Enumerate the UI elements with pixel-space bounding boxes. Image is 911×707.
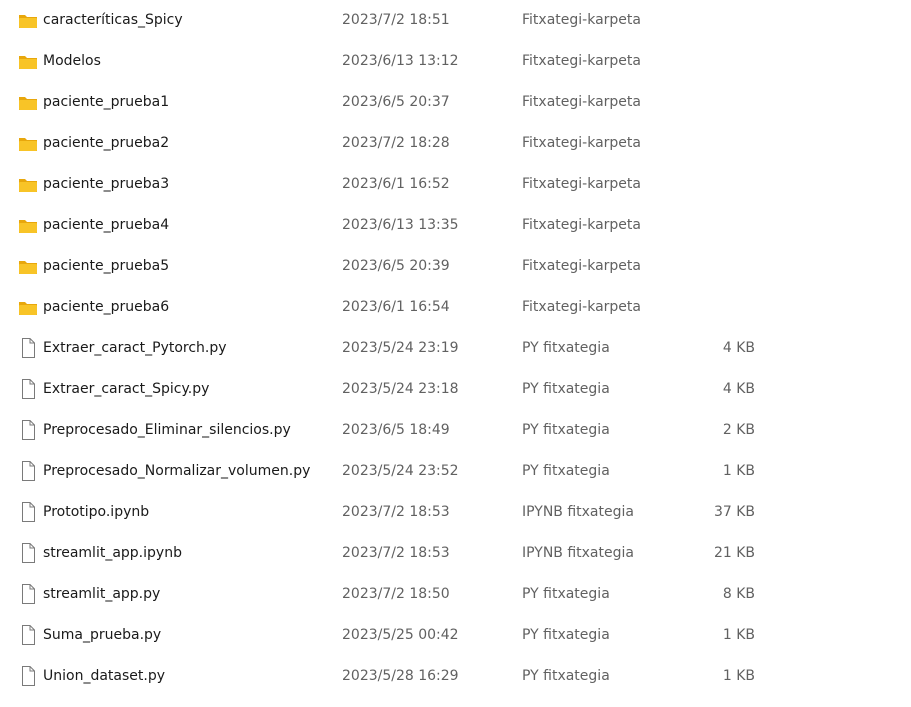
list-item[interactable]: paciente_prueba5 2023/6/5 20:39 Fitxateg… xyxy=(0,245,911,286)
list-item[interactable]: paciente_prueba1 2023/6/5 20:37 Fitxateg… xyxy=(0,81,911,122)
file-type: Fitxategi-karpeta xyxy=(522,298,641,315)
date-modified: 2023/5/24 23:52 xyxy=(342,462,459,479)
file-name[interactable]: streamlit_app.ipynb xyxy=(43,545,182,561)
file-icon xyxy=(18,665,38,687)
file-name[interactable]: Modelos xyxy=(43,53,101,69)
folder-icon xyxy=(18,132,38,154)
file-name[interactable]: Preprocesado_Normalizar_volumen.py xyxy=(43,463,310,479)
list-item[interactable]: Extraer_caract_Pytorch.py 2023/5/24 23:1… xyxy=(0,327,911,368)
file-type: PY fitxategia xyxy=(522,380,610,397)
file-size: 4 KB xyxy=(722,380,755,397)
list-item[interactable]: streamlit_app.py 2023/7/2 18:50 PY fitxa… xyxy=(0,573,911,614)
list-item[interactable]: paciente_prueba4 2023/6/13 13:35 Fitxate… xyxy=(0,204,911,245)
list-item[interactable]: paciente_prueba2 2023/7/2 18:28 Fitxateg… xyxy=(0,122,911,163)
file-name[interactable]: paciente_prueba6 xyxy=(43,299,169,315)
file-type: Fitxategi-karpeta xyxy=(522,93,641,110)
file-name[interactable]: Prototipo.ipynb xyxy=(43,504,149,520)
file-type: PY fitxategia xyxy=(522,626,610,643)
list-item[interactable]: paciente_prueba3 2023/6/1 16:52 Fitxateg… xyxy=(0,163,911,204)
file-size: 1 KB xyxy=(722,626,755,643)
file-size: 2 KB xyxy=(722,421,755,438)
list-item[interactable]: Suma_prueba.py 2023/5/25 00:42 PY fitxat… xyxy=(0,614,911,655)
folder-icon xyxy=(18,9,38,31)
list-item[interactable]: Union_dataset.py 2023/5/28 16:29 PY fitx… xyxy=(0,655,911,696)
list-item[interactable]: paciente_prueba6 2023/6/1 16:54 Fitxateg… xyxy=(0,286,911,327)
folder-icon xyxy=(18,214,38,236)
date-modified: 2023/5/28 16:29 xyxy=(342,667,459,684)
file-type: Fitxategi-karpeta xyxy=(522,11,641,28)
folder-icon xyxy=(18,91,38,113)
file-icon xyxy=(18,583,38,605)
file-type: Fitxategi-karpeta xyxy=(522,52,641,69)
date-modified: 2023/6/5 20:37 xyxy=(342,93,450,110)
list-item[interactable]: Extraer_caract_Spicy.py 2023/5/24 23:18 … xyxy=(0,368,911,409)
file-name[interactable]: paciente_prueba2 xyxy=(43,135,169,151)
date-modified: 2023/7/2 18:50 xyxy=(342,585,450,602)
folder-icon xyxy=(18,50,38,72)
date-modified: 2023/6/1 16:52 xyxy=(342,175,450,192)
file-type: PY fitxategia xyxy=(522,421,610,438)
file-icon xyxy=(18,337,38,359)
file-type: PY fitxategia xyxy=(522,462,610,479)
file-name[interactable]: Suma_prueba.py xyxy=(43,627,161,643)
date-modified: 2023/6/5 18:49 xyxy=(342,421,450,438)
file-name[interactable]: paciente_prueba1 xyxy=(43,94,169,110)
date-modified: 2023/5/25 00:42 xyxy=(342,626,459,643)
file-icon xyxy=(18,419,38,441)
file-icon xyxy=(18,542,38,564)
date-modified: 2023/7/2 18:53 xyxy=(342,503,450,520)
file-list: caracteríticas_Spicy 2023/7/2 18:51 Fitx… xyxy=(0,0,911,707)
file-type: PY fitxategia xyxy=(522,585,610,602)
file-size: 1 KB xyxy=(722,462,755,479)
file-icon xyxy=(18,501,38,523)
file-size: 1 KB xyxy=(722,667,755,684)
file-type: IPYNB fitxategia xyxy=(522,544,634,561)
list-item[interactable]: streamlit_app.ipynb 2023/7/2 18:53 IPYNB… xyxy=(0,532,911,573)
list-item[interactable]: Preprocesado_Normalizar_volumen.py 2023/… xyxy=(0,450,911,491)
folder-icon xyxy=(18,173,38,195)
list-item[interactable]: Modelos 2023/6/13 13:12 Fitxategi-karpet… xyxy=(0,40,911,81)
file-size: 37 KB xyxy=(713,503,755,520)
date-modified: 2023/7/2 18:51 xyxy=(342,11,450,28)
list-item[interactable]: Prototipo.ipynb 2023/7/2 18:53 IPYNB fit… xyxy=(0,491,911,532)
file-type: Fitxategi-karpeta xyxy=(522,257,641,274)
list-item[interactable]: caracteríticas_Spicy 2023/7/2 18:51 Fitx… xyxy=(0,0,911,40)
file-icon xyxy=(18,624,38,646)
file-name[interactable]: Union_dataset.py xyxy=(43,668,165,684)
date-modified: 2023/5/24 23:19 xyxy=(342,339,459,356)
file-type: IPYNB fitxategia xyxy=(522,503,634,520)
file-type: PY fitxategia xyxy=(522,339,610,356)
file-name[interactable]: paciente_prueba4 xyxy=(43,217,169,233)
date-modified: 2023/7/2 18:28 xyxy=(342,134,450,151)
file-type: Fitxategi-karpeta xyxy=(522,134,641,151)
file-name[interactable]: caracteríticas_Spicy xyxy=(43,12,183,28)
file-size: 21 KB xyxy=(713,544,755,561)
date-modified: 2023/6/13 13:35 xyxy=(342,216,459,233)
file-size: 4 KB xyxy=(722,339,755,356)
date-modified: 2023/6/13 13:12 xyxy=(342,52,459,69)
file-name[interactable]: paciente_prueba5 xyxy=(43,258,169,274)
file-name[interactable]: streamlit_app.py xyxy=(43,586,160,602)
list-item[interactable]: Preprocesado_Eliminar_silencios.py 2023/… xyxy=(0,409,911,450)
date-modified: 2023/6/5 20:39 xyxy=(342,257,450,274)
file-name[interactable]: Extraer_caract_Pytorch.py xyxy=(43,340,227,356)
file-name[interactable]: Extraer_caract_Spicy.py xyxy=(43,381,209,397)
file-type: PY fitxategia xyxy=(522,667,610,684)
file-size: 8 KB xyxy=(722,585,755,602)
file-icon xyxy=(18,378,38,400)
file-type: Fitxategi-karpeta xyxy=(522,216,641,233)
file-name[interactable]: Preprocesado_Eliminar_silencios.py xyxy=(43,422,291,438)
file-type: Fitxategi-karpeta xyxy=(522,175,641,192)
date-modified: 2023/5/24 23:18 xyxy=(342,380,459,397)
date-modified: 2023/6/1 16:54 xyxy=(342,298,450,315)
folder-icon xyxy=(18,296,38,318)
folder-icon xyxy=(18,255,38,277)
file-name[interactable]: paciente_prueba3 xyxy=(43,176,169,192)
file-icon xyxy=(18,460,38,482)
date-modified: 2023/7/2 18:53 xyxy=(342,544,450,561)
